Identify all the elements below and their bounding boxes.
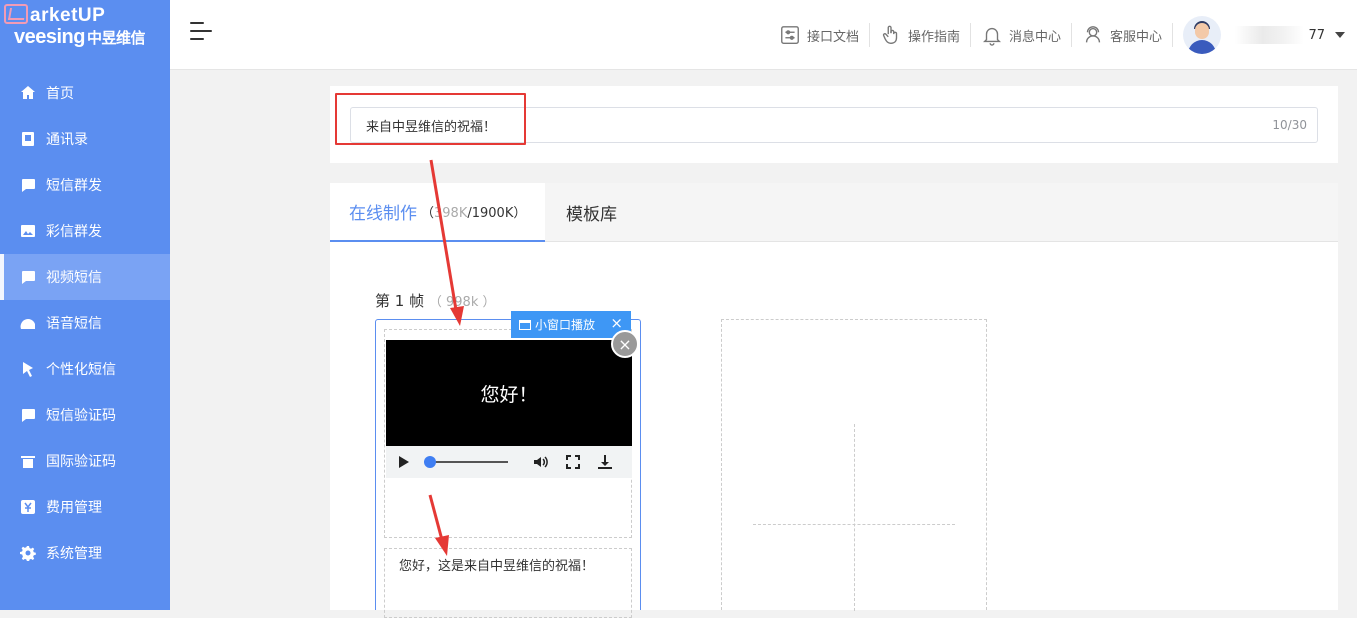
video-progress[interactable] <box>424 456 508 468</box>
remove-video-icon[interactable]: × <box>611 330 639 358</box>
play-icon[interactable] <box>394 453 412 471</box>
sidebar-item-3[interactable]: 彩信群发 <box>0 208 170 254</box>
window-icon <box>519 319 531 330</box>
video-controls <box>386 446 632 478</box>
pip-close-icon[interactable]: × <box>610 316 623 331</box>
international-icon <box>20 453 36 469</box>
add-plus-vertical <box>854 424 855 611</box>
yen-icon <box>20 499 36 515</box>
sidebar-item-label: 首页 <box>46 86 74 102</box>
sidebar-menu: 首页通讯录短信群发彩信群发视频短信语音短信个性化短信短信验证码国际验证码费用管理… <box>0 70 170 576</box>
volume-icon[interactable] <box>532 453 550 471</box>
top-header: 接口文档 操作指南 消息中心 客服中心 77 <box>170 0 1357 70</box>
service-icon <box>1085 26 1101 43</box>
header-service[interactable]: 客服中心 <box>1072 23 1173 47</box>
logo: arketUP veesing 中昱维信 <box>0 0 170 70</box>
menu-toggle-icon[interactable] <box>190 22 212 44</box>
sidebar-item-label: 短信验证码 <box>46 408 116 424</box>
sidebar-item-label: 系统管理 <box>46 546 102 562</box>
char-count: 10/30 <box>1272 118 1307 132</box>
sidebar-item-label: 通讯录 <box>46 132 88 148</box>
sidebar-item-6[interactable]: 个性化短信 <box>0 346 170 392</box>
header-nav: 接口文档 操作指南 消息中心 客服中心 77 <box>769 0 1345 70</box>
sidebar-item-4[interactable]: 视频短信 <box>0 254 170 300</box>
frame-label: 第 1 帧 （ 998k ） <box>375 292 496 310</box>
api-doc-icon <box>781 26 799 44</box>
header-guide[interactable]: 操作指南 <box>870 23 971 47</box>
sidebar-item-label: 彩信群发 <box>46 224 102 240</box>
sidebar-item-7[interactable]: 短信验证码 <box>0 392 170 438</box>
editor-tabs: 在线制作 （398K/1900K） 模板库 <box>330 183 1338 242</box>
blurred-username <box>1235 26 1305 44</box>
pip-button[interactable]: 小窗口播放 × <box>511 311 631 338</box>
video-zone[interactable]: 您好！ <box>384 329 632 538</box>
gear-icon <box>20 545 36 561</box>
sidebar-item-label: 语音短信 <box>46 316 102 332</box>
online-size: （398K/1900K） <box>421 206 527 221</box>
sidebar: arketUP veesing 中昱维信 首页通讯录短信群发彩信群发视频短信语音短… <box>0 0 170 610</box>
video-player[interactable]: 您好！ <box>386 340 632 446</box>
sidebar-item-label: 国际验证码 <box>46 454 116 470</box>
progress-knob[interactable] <box>424 456 436 468</box>
sidebar-item-9[interactable]: 费用管理 <box>0 484 170 530</box>
tab-template-library[interactable]: 模板库 <box>547 183 636 242</box>
sidebar-item-1[interactable]: 通讯录 <box>0 116 170 162</box>
header-messages[interactable]: 消息中心 <box>971 23 1072 47</box>
annotation-highlight-box <box>335 93 526 145</box>
sidebar-item-label: 个性化短信 <box>46 362 116 378</box>
sidebar-item-label: 费用管理 <box>46 500 102 516</box>
add-frame-placeholder[interactable] <box>721 319 987 611</box>
contacts-icon <box>20 131 36 147</box>
user-dropdown-icon[interactable] <box>1335 32 1345 38</box>
editor-panel: 在线制作 （398K/1900K） 模板库 第 1 帧 （ 998k ） 您好！ <box>330 183 1338 618</box>
sidebar-item-5[interactable]: 语音短信 <box>0 300 170 346</box>
header-api-doc[interactable]: 接口文档 <box>769 23 870 47</box>
sidebar-item-label: 短信群发 <box>46 178 102 194</box>
hand-pointer-icon <box>882 25 898 44</box>
frame-card[interactable]: 您好！ 您好，这是来自中昱维信的祝福！ <box>375 319 641 618</box>
sidebar-item-2[interactable]: 短信群发 <box>0 162 170 208</box>
bell-icon <box>982 27 1001 46</box>
sidebar-item-10[interactable]: 系统管理 <box>0 530 170 576</box>
user-name[interactable]: 77 <box>1235 26 1325 44</box>
sidebar-item-8[interactable]: 国际验证码 <box>0 438 170 484</box>
veesing-logo: veesing 中昱维信 <box>14 26 146 48</box>
frame-text[interactable]: 您好，这是来自中昱维信的祝福！ <box>384 548 632 618</box>
sms-icon <box>20 177 36 193</box>
personalized-icon <box>20 361 36 377</box>
sidebar-item-label: 视频短信 <box>46 270 102 286</box>
voice-icon <box>20 315 36 331</box>
sidebar-item-0[interactable]: 首页 <box>0 70 170 116</box>
download-icon[interactable] <box>596 453 614 471</box>
tab-online-make[interactable]: 在线制作 （398K/1900K） <box>330 183 546 242</box>
avatar[interactable] <box>1183 16 1221 54</box>
verification-icon <box>20 407 36 423</box>
fullscreen-icon[interactable] <box>564 453 582 471</box>
marketup-watermark: arketUP <box>4 4 105 27</box>
image-message-icon <box>20 223 36 239</box>
marketup-logo-icon <box>4 4 28 24</box>
main-content: 来自中昱维信的祝福！ 10/30 在线制作 （398K/1900K） 模板库 第… <box>310 71 1357 618</box>
home-icon <box>20 85 36 101</box>
video-message-icon <box>20 269 36 285</box>
